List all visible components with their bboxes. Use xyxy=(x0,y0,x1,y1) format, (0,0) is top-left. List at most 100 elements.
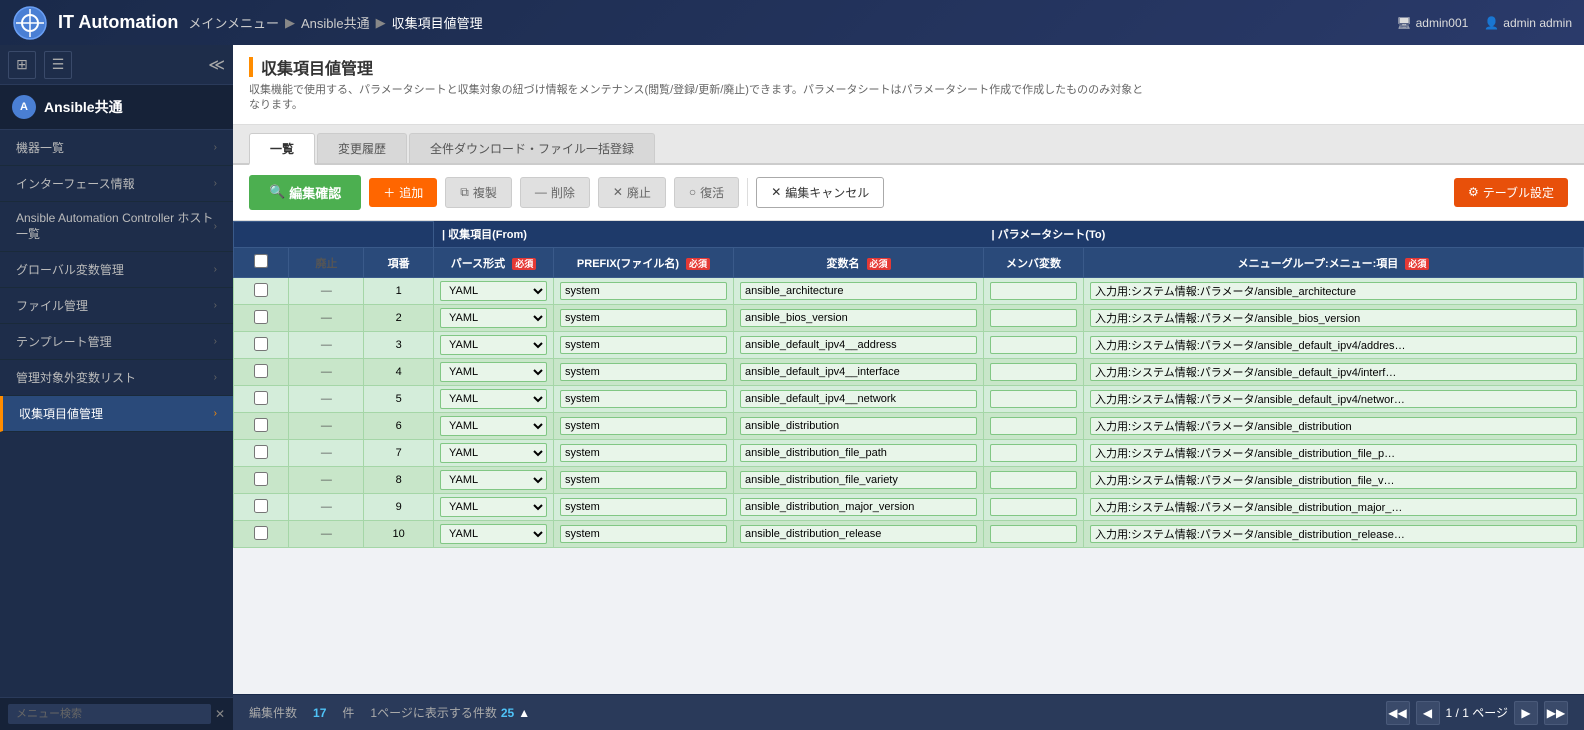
row-variable-cell[interactable] xyxy=(734,332,984,359)
row-menu-cell[interactable] xyxy=(1084,386,1584,413)
prefix-input[interactable] xyxy=(560,498,727,516)
prev-page-btn[interactable]: ◀ xyxy=(1416,701,1440,725)
row-menu-cell[interactable] xyxy=(1084,413,1584,440)
header-user-name[interactable]: 👤 admin admin xyxy=(1484,16,1572,30)
row-checkbox[interactable] xyxy=(254,391,268,405)
row-member-cell[interactable] xyxy=(984,332,1084,359)
row-checkbox[interactable] xyxy=(254,418,268,432)
variable-input[interactable] xyxy=(740,498,977,516)
row-checkbox[interactable] xyxy=(254,337,268,351)
sidebar-item-devices[interactable]: 機器一覧 › xyxy=(0,130,233,166)
prefix-input[interactable] xyxy=(560,282,727,300)
row-parse-cell[interactable]: YAML xyxy=(434,494,554,521)
first-page-btn[interactable]: ◀◀ xyxy=(1386,701,1410,725)
tab-download[interactable]: 全件ダウンロード・ファイル一括登録 xyxy=(409,133,655,163)
menu-input[interactable] xyxy=(1090,309,1577,327)
delete-button[interactable]: — 削除 xyxy=(520,177,590,208)
row-parse-cell[interactable]: YAML xyxy=(434,467,554,494)
restore-button[interactable]: ○ 復活 xyxy=(674,177,739,208)
table-settings-button[interactable]: ⚙ テーブル設定 xyxy=(1454,178,1568,207)
sidebar-item-ansible-controller[interactable]: Ansible Automation Controller ホスト一覧 › xyxy=(0,202,233,252)
row-member-cell[interactable] xyxy=(984,521,1084,548)
row-member-cell[interactable] xyxy=(984,305,1084,332)
menu-input[interactable] xyxy=(1090,498,1577,516)
row-member-cell[interactable] xyxy=(984,278,1084,305)
row-prefix-cell[interactable] xyxy=(554,332,734,359)
row-checkbox-cell[interactable] xyxy=(234,386,289,413)
variable-input[interactable] xyxy=(740,363,977,381)
variable-input[interactable] xyxy=(740,282,977,300)
member-input[interactable] xyxy=(990,417,1077,435)
sidebar-item-file-mgmt[interactable]: ファイル管理 › xyxy=(0,288,233,324)
parse-select[interactable]: YAML xyxy=(440,335,547,355)
row-member-cell[interactable] xyxy=(984,440,1084,467)
parse-select[interactable]: YAML xyxy=(440,308,547,328)
row-menu-cell[interactable] xyxy=(1084,359,1584,386)
row-parse-cell[interactable]: YAML xyxy=(434,278,554,305)
row-prefix-cell[interactable] xyxy=(554,305,734,332)
menu-input[interactable] xyxy=(1090,390,1577,408)
disable-button[interactable]: ✕ 廃止 xyxy=(598,177,666,208)
menu-input[interactable] xyxy=(1090,471,1577,489)
row-variable-cell[interactable] xyxy=(734,521,984,548)
sidebar-search-clear-btn[interactable]: ✕ xyxy=(215,707,225,721)
sidebar-item-managed-vars[interactable]: 管理対象外変数リスト › xyxy=(0,360,233,396)
row-parse-cell[interactable]: YAML xyxy=(434,305,554,332)
row-prefix-cell[interactable] xyxy=(554,494,734,521)
row-checkbox-cell[interactable] xyxy=(234,305,289,332)
row-variable-cell[interactable] xyxy=(734,278,984,305)
menu-input[interactable] xyxy=(1090,417,1577,435)
member-input[interactable] xyxy=(990,498,1077,516)
row-variable-cell[interactable] xyxy=(734,359,984,386)
row-menu-cell[interactable] xyxy=(1084,278,1584,305)
sidebar-item-template-mgmt[interactable]: テンプレート管理 › xyxy=(0,324,233,360)
parse-select[interactable]: YAML xyxy=(440,362,547,382)
row-parse-cell[interactable]: YAML xyxy=(434,386,554,413)
row-member-cell[interactable] xyxy=(984,413,1084,440)
row-prefix-cell[interactable] xyxy=(554,440,734,467)
row-checkbox[interactable] xyxy=(254,526,268,540)
row-checkbox-cell[interactable] xyxy=(234,413,289,440)
parse-select[interactable]: YAML xyxy=(440,524,547,544)
row-variable-cell[interactable] xyxy=(734,467,984,494)
parse-select[interactable]: YAML xyxy=(440,416,547,436)
member-input[interactable] xyxy=(990,336,1077,354)
prefix-input[interactable] xyxy=(560,390,727,408)
row-checkbox[interactable] xyxy=(254,364,268,378)
row-member-cell[interactable] xyxy=(984,386,1084,413)
row-prefix-cell[interactable] xyxy=(554,521,734,548)
prefix-input[interactable] xyxy=(560,309,727,327)
row-prefix-cell[interactable] xyxy=(554,278,734,305)
row-member-cell[interactable] xyxy=(984,467,1084,494)
row-checkbox[interactable] xyxy=(254,283,268,297)
variable-input[interactable] xyxy=(740,336,977,354)
prefix-input[interactable] xyxy=(560,444,727,462)
sidebar-list-btn[interactable]: ☰ xyxy=(44,51,72,79)
row-prefix-cell[interactable] xyxy=(554,413,734,440)
tab-list[interactable]: 一覧 xyxy=(249,133,315,165)
prefix-input[interactable] xyxy=(560,417,727,435)
variable-input[interactable] xyxy=(740,444,977,462)
col-select-all[interactable] xyxy=(234,248,289,278)
parse-select[interactable]: YAML xyxy=(440,443,547,463)
menu-input[interactable] xyxy=(1090,282,1577,300)
row-checkbox[interactable] xyxy=(254,445,268,459)
row-checkbox-cell[interactable] xyxy=(234,467,289,494)
row-checkbox-cell[interactable] xyxy=(234,440,289,467)
row-parse-cell[interactable]: YAML xyxy=(434,332,554,359)
row-checkbox-cell[interactable] xyxy=(234,359,289,386)
row-variable-cell[interactable] xyxy=(734,305,984,332)
prefix-input[interactable] xyxy=(560,471,727,489)
row-prefix-cell[interactable] xyxy=(554,359,734,386)
row-member-cell[interactable] xyxy=(984,494,1084,521)
member-input[interactable] xyxy=(990,363,1077,381)
member-input[interactable] xyxy=(990,444,1077,462)
row-menu-cell[interactable] xyxy=(1084,332,1584,359)
variable-input[interactable] xyxy=(740,417,977,435)
sidebar-item-global-vars[interactable]: グローバル変数管理 › xyxy=(0,252,233,288)
row-variable-cell[interactable] xyxy=(734,440,984,467)
menu-input[interactable] xyxy=(1090,444,1577,462)
row-parse-cell[interactable]: YAML xyxy=(434,359,554,386)
row-parse-cell[interactable]: YAML xyxy=(434,440,554,467)
row-checkbox[interactable] xyxy=(254,499,268,513)
